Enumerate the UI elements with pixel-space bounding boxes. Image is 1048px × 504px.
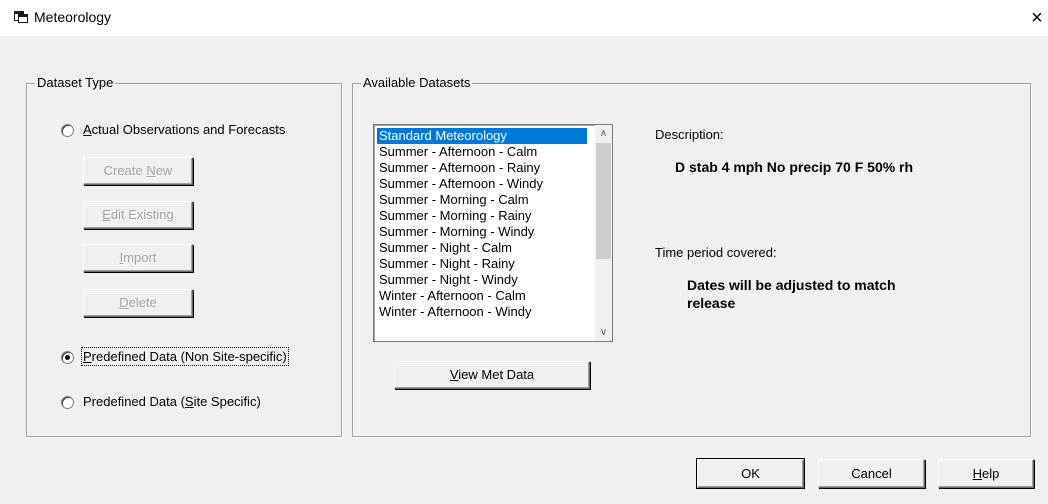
list-item[interactable]: Summer - Morning - Calm [377, 192, 587, 208]
radio-predefined-non-site-specific[interactable] [61, 351, 74, 364]
scroll-up-icon[interactable]: ∧ [595, 125, 612, 142]
list-item[interactable]: Summer - Afternoon - Windy [377, 176, 587, 192]
time-period-value-line1: Dates will be adjusted to match [687, 277, 896, 293]
scroll-down-icon[interactable]: ∨ [595, 324, 612, 341]
radio-actual-observations[interactable] [61, 124, 74, 137]
list-item[interactable]: Standard Meteorology [377, 128, 587, 144]
list-item[interactable]: Summer - Morning - Rainy [377, 208, 587, 224]
time-period-value-line2: release [687, 295, 736, 311]
dataset-type-legend: Dataset Type [35, 75, 116, 90]
list-item[interactable]: Summer - Night - Rainy [377, 256, 587, 272]
list-item[interactable]: Winter - Afternoon - Windy [377, 304, 587, 320]
delete-button[interactable]: Delete [83, 289, 193, 317]
create-new-button[interactable]: Create New [83, 157, 193, 185]
available-datasets-legend: Available Datasets [361, 75, 473, 90]
scroll-thumb[interactable] [596, 143, 611, 259]
radio-predefined-non-site-specific-label[interactable]: Predefined Data (Non Site-specific) [81, 347, 289, 366]
list-item[interactable]: Summer - Morning - Windy [377, 224, 587, 240]
description-value: D stab 4 mph No precip 70 F 50% rh [675, 159, 914, 175]
ok-button[interactable]: OK [697, 459, 804, 488]
edit-existing-button[interactable]: Edit Existing [83, 201, 193, 229]
list-item[interactable]: Winter - Afternoon - Calm [377, 288, 587, 304]
radio-actual-observations-label[interactable]: Actual Observations and Forecasts [83, 122, 285, 137]
title-bar [0, 0, 1048, 36]
list-item[interactable]: Summer - Night - Windy [377, 272, 587, 288]
radio-predefined-site-specific-label[interactable]: Predefined Data (Site Specific) [83, 394, 261, 409]
help-button[interactable]: Help [938, 459, 1034, 488]
cancel-button[interactable]: Cancel [818, 459, 925, 488]
description-label: Description: [655, 127, 724, 142]
window-title: Meteorology [34, 9, 112, 25]
radio-predefined-site-specific[interactable] [61, 396, 74, 409]
list-item[interactable]: Summer - Afternoon - Rainy [377, 160, 587, 176]
window-app-icon [14, 11, 28, 23]
list-item[interactable]: Summer - Night - Calm [377, 240, 587, 256]
time-period-label: Time period covered: [655, 245, 777, 260]
list-item[interactable]: Summer - Afternoon - Calm [377, 144, 587, 160]
datasets-listbox[interactable]: Standard Meteorology Summer - Afternoon … [373, 124, 613, 342]
import-button[interactable]: Import [83, 244, 193, 272]
view-met-data-button[interactable]: View Met Data [394, 361, 590, 389]
list-scrollbar[interactable]: ∧ ∨ [595, 125, 612, 341]
close-icon[interactable]: × [1026, 4, 1048, 32]
